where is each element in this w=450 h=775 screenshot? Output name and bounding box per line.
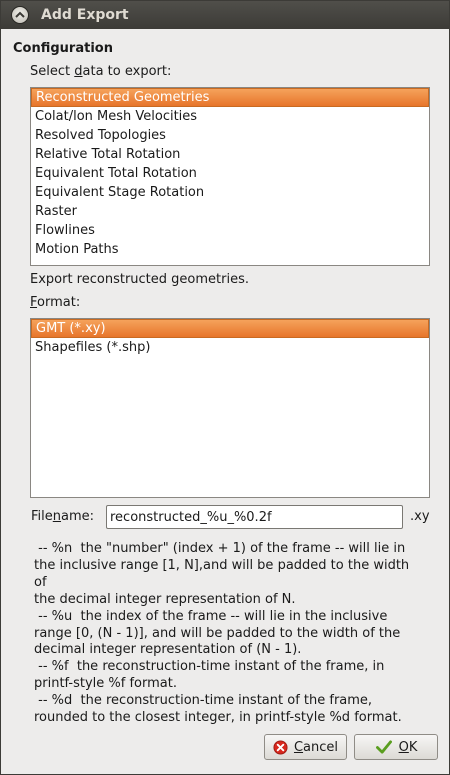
- list-item-flowlines[interactable]: Flowlines: [31, 221, 429, 240]
- list-item-relative-total-rotation[interactable]: Relative Total Rotation: [31, 145, 429, 164]
- configuration-heading: Configuration: [13, 41, 113, 56]
- list-item-motion-paths[interactable]: Motion Paths: [31, 240, 429, 259]
- list-item-shapefiles[interactable]: Shapefiles (*.shp): [31, 338, 429, 357]
- chevron-up-icon: [15, 11, 25, 18]
- title-bar: Add Export: [1, 1, 449, 29]
- add-export-dialog: Add Export Configuration Select data to …: [0, 0, 450, 775]
- list-item-equivalent-stage-rotation[interactable]: Equivalent Stage Rotation: [31, 183, 429, 202]
- cancel-button[interactable]: Cancel: [264, 734, 347, 760]
- list-item-raster[interactable]: Raster: [31, 202, 429, 221]
- format-list[interactable]: GMT (*.xy) Shapefiles (*.shp): [30, 318, 430, 498]
- select-data-label: Select data to export:: [30, 64, 172, 79]
- list-item-reconstructed-geometries[interactable]: Reconstructed Geometries: [31, 88, 429, 107]
- list-item-equivalent-total-rotation[interactable]: Equivalent Total Rotation: [31, 164, 429, 183]
- checkmark-icon: [375, 739, 393, 755]
- list-item-colat-lon-mesh-velocities[interactable]: Colat/lon Mesh Velocities: [31, 107, 429, 126]
- ok-button[interactable]: OK: [354, 734, 438, 760]
- filename-help-text: -- %n the "number" (index + 1) of the fr…: [34, 541, 410, 726]
- window-title: Add Export: [41, 7, 129, 23]
- ok-label: OK: [398, 739, 418, 755]
- cancel-icon: [273, 739, 288, 755]
- export-description: Export reconstructed geometries.: [30, 272, 249, 287]
- format-label: Format:: [30, 295, 81, 310]
- filename-input[interactable]: [106, 505, 403, 529]
- close-window-button[interactable]: [11, 6, 29, 24]
- cancel-label: Cancel: [293, 739, 339, 755]
- filename-label: Filename:: [31, 509, 95, 524]
- data-type-list[interactable]: Reconstructed Geometries Colat/lon Mesh …: [30, 87, 430, 266]
- list-item-gmt[interactable]: GMT (*.xy): [31, 319, 429, 338]
- filename-extension: .xy: [410, 509, 430, 524]
- list-item-resolved-topologies[interactable]: Resolved Topologies: [31, 126, 429, 145]
